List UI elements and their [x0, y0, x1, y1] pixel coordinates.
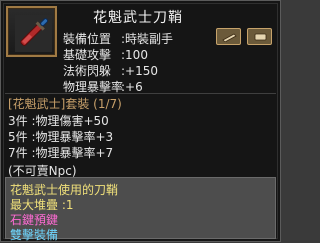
sheath-icon — [222, 33, 237, 42]
tag-slot-box — [247, 28, 272, 45]
stat-value: :100 — [121, 48, 148, 62]
stat-label: 基礎攻擊 — [63, 48, 112, 62]
item-name: 花魁武士刀鞘 — [93, 10, 183, 26]
description-panel: 花魁武士使用的刀鞘 最大堆疊 :1 石鍵預鍵 雙擊裝備 — [5, 177, 276, 242]
item-icon-box — [6, 6, 57, 57]
desc-line-4: 雙擊裝備 — [10, 228, 59, 242]
item-tooltip: 花魁武士刀鞘 裝備位置:時裝副手 基礎攻擊:100 法術閃躲:+150 物理暴擊… — [0, 0, 281, 242]
stat-label: 裝備位置 — [63, 32, 112, 46]
stat-value: :時裝副手 — [121, 32, 174, 46]
stat-row-evasion: 法術閃躲 :+150 — [63, 62, 158, 79]
set-bonus-3: 3件 :物理傷害+50 — [8, 114, 109, 128]
stat-value: :+150 — [121, 64, 159, 78]
set-bonus-5: 5件 :物理暴擊率+3 — [8, 130, 114, 144]
divider — [5, 93, 276, 94]
tag-sheath-box — [216, 28, 241, 45]
stat-row-attack: 基礎攻擊 :100 — [63, 46, 148, 63]
stat-label: 法術閃躲 — [63, 64, 112, 78]
set-title: [花魁武士]套裝 (1/7) — [8, 97, 122, 111]
sword-icon — [15, 15, 52, 52]
slot-icon — [254, 33, 267, 41]
set-bonus-7: 7件 :物理暴擊率+7 — [8, 146, 114, 160]
stat-row-slot: 裝備位置 :時裝副手 — [63, 30, 173, 47]
stat-value: :+6 — [121, 80, 143, 94]
